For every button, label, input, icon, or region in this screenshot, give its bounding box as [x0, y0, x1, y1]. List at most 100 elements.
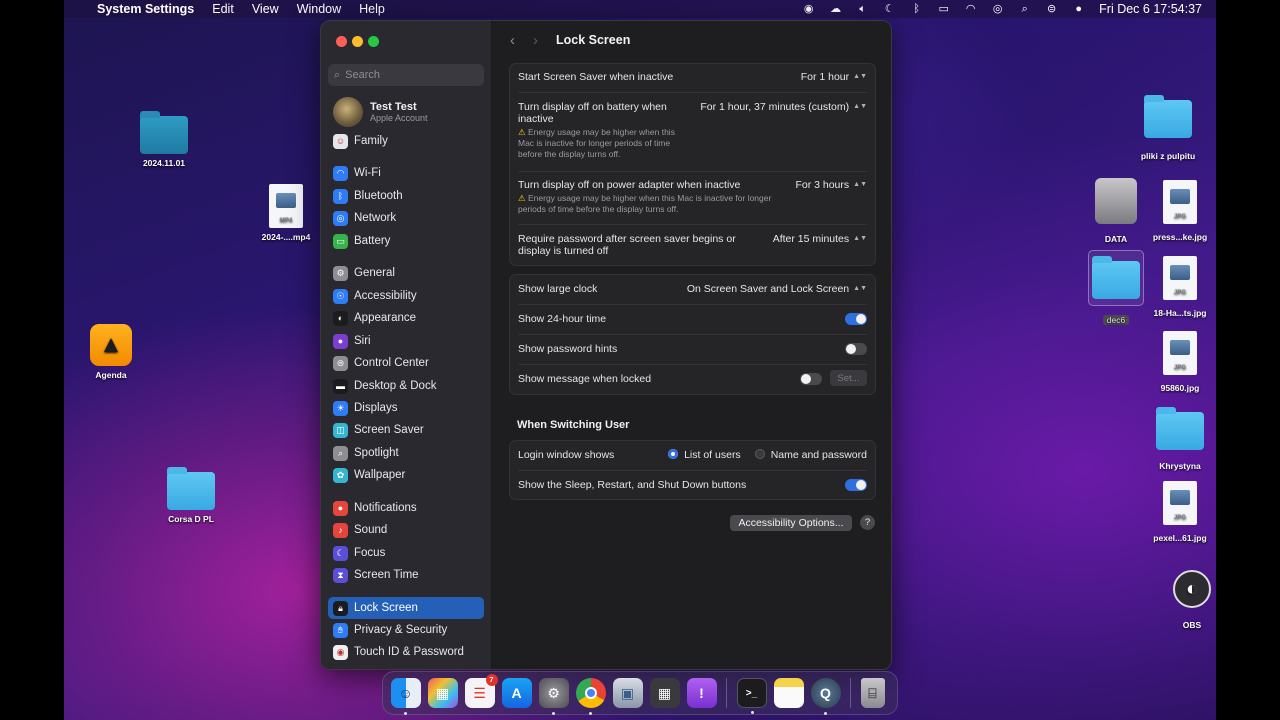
sidebar-item-family[interactable]: ☺ Family: [328, 130, 484, 152]
dock-system-settings[interactable]: ⚙: [538, 678, 569, 715]
siri-status-icon[interactable]: ●: [1072, 3, 1085, 15]
sidebar-item-general[interactable]: ⚙ General: [328, 262, 484, 284]
large-clock-popup[interactable]: On Screen Saver and Lock Screen ▲▼: [687, 283, 867, 295]
battery-label: Turn display off on battery when inactiv…: [518, 101, 667, 125]
name-and-password-radio[interactable]: Name and password: [754, 449, 867, 461]
desktop-image-pexel[interactable]: JPG pexel...61.jpg: [1146, 481, 1214, 543]
menu-edit[interactable]: Edit: [212, 2, 234, 16]
sidebar-item-control-center[interactable]: ⊜ Control Center: [328, 352, 484, 374]
desktop-file-mp4[interactable]: MP4 2024-....mp4: [248, 184, 324, 242]
divider: [518, 470, 867, 471]
help-button[interactable]: ?: [860, 515, 875, 530]
sidebar-item-desktop-dock[interactable]: ▬ Desktop & Dock: [328, 375, 484, 397]
sidebar-item-label: Spotlight: [354, 447, 399, 459]
sidebar-item-accessibility[interactable]: ☉ Accessibility: [328, 285, 484, 307]
app-menu[interactable]: System Settings: [97, 2, 194, 16]
sidebar-item-appearance[interactable]: ◐ Appearance: [328, 307, 484, 329]
divider: [518, 92, 867, 93]
family-icon: ☺: [333, 133, 348, 149]
desktop-image-95860[interactable]: JPG 95860.jpg: [1146, 331, 1214, 393]
sidebar-item-spotlight[interactable]: ⌕ Spotlight: [328, 442, 484, 464]
menu-view[interactable]: View: [252, 2, 279, 16]
back-chevron-icon[interactable]: ‹: [510, 32, 515, 49]
dock-finder[interactable]: ☺: [390, 678, 421, 715]
screen-saver-popup[interactable]: For 1 hour ▲▼: [801, 71, 867, 83]
user-status-icon[interactable]: ◎: [991, 3, 1004, 15]
sidebar-item-displays[interactable]: ☀ Displays: [328, 397, 484, 419]
sidebar-item-wi-fi[interactable]: ◠ Wi-Fi: [328, 162, 484, 184]
close-window-button[interactable]: [336, 36, 347, 47]
dock-calculator[interactable]: ▦: [649, 678, 680, 708]
search-input[interactable]: [345, 69, 471, 81]
menu-window[interactable]: Window: [297, 2, 341, 16]
sidebar-item-bluetooth[interactable]: ᛒ Bluetooth: [328, 185, 484, 207]
sidebar-item-screen-saver[interactable]: ◫ Screen Saver: [328, 419, 484, 441]
desktop-folder-2024-11-01[interactable]: 2024.11.01: [124, 111, 204, 168]
login-window-row: Login window shows List of users Name an…: [518, 449, 867, 463]
sidebar-item-screen-time[interactable]: ⧗ Screen Time: [328, 564, 484, 586]
dock-app-store[interactable]: A: [501, 678, 532, 708]
sidebar-item-battery[interactable]: ▭ Battery: [328, 230, 484, 252]
desktop-folder-corsa[interactable]: Corsa D PL: [152, 467, 230, 524]
moon-icon[interactable]: ☾: [883, 3, 896, 15]
bluetooth-status-icon[interactable]: ᛒ: [910, 3, 923, 15]
volume-icon[interactable]: 🔈︎: [856, 3, 869, 15]
dock-notes[interactable]: [773, 678, 804, 708]
password-popup[interactable]: After 15 minutes ▲▼: [773, 233, 867, 245]
control-center-status-icon[interactable]: ⊜: [1045, 3, 1058, 15]
spotlight-status-icon[interactable]: ⌕: [1018, 3, 1031, 15]
adapter-popup[interactable]: For 3 hours ▲▼: [795, 179, 867, 191]
wifi-status-icon[interactable]: ◠: [964, 3, 977, 15]
sidebar-item-sound[interactable]: ♪ Sound: [328, 519, 484, 541]
sidebar-item-focus[interactable]: ☾ Focus: [328, 542, 484, 564]
sidebar-item-touch-id-password[interactable]: ◉ Touch ID & Password: [328, 641, 484, 663]
menubar-clock[interactable]: Fri Dec 6 17:54:37: [1099, 2, 1202, 16]
radio-unselected-icon: [754, 449, 765, 459]
24h-toggle[interactable]: [845, 313, 867, 325]
desktop-image-press[interactable]: JPG press...ke.jpg: [1146, 180, 1214, 242]
desktop-folder-dec6[interactable]: dec6: [1088, 250, 1144, 325]
sidebar-item-lock-screen[interactable]: 🔒︎ Lock Screen: [328, 597, 484, 619]
desktop-app-obs[interactable]: ◐ OBS: [1160, 570, 1216, 630]
desktop-app-agenda[interactable]: ▲ Agenda: [78, 324, 144, 380]
large-clock-row: Show large clock On Screen Saver and Loc…: [518, 283, 867, 297]
battery-status-icon[interactable]: ▭: [937, 3, 950, 15]
dock-chrome[interactable]: [575, 678, 606, 715]
record-icon[interactable]: ◉: [802, 3, 815, 15]
battery-popup[interactable]: For 1 hour, 37 minutes (custom) ▲▼: [700, 101, 867, 113]
sidebar-item-privacy-security[interactable]: ✋︎ Privacy & Security: [328, 619, 484, 641]
desktop-drive-data[interactable]: DATA: [1086, 178, 1146, 244]
accessibility-options-button[interactable]: Accessibility Options...: [730, 515, 852, 531]
sidebar-item-siri[interactable]: ● Siri: [328, 330, 484, 352]
divider: [518, 364, 867, 365]
list-of-users-radio[interactable]: List of users: [668, 449, 741, 461]
sidebar-item-notifications[interactable]: ● Notifications: [328, 497, 484, 519]
sidebar-item-label: Screen Saver: [354, 424, 424, 436]
sidebar-item-network[interactable]: ◎ Network: [328, 207, 484, 229]
search-field[interactable]: ⌕: [328, 64, 484, 86]
image-file-icon: JPG: [1163, 481, 1197, 525]
app-store-icon: A: [511, 685, 522, 701]
dock-launchpad[interactable]: ▦: [427, 678, 458, 708]
dock-preview[interactable]: ▣: [612, 678, 643, 708]
shutdown-toggle[interactable]: [845, 479, 867, 491]
dock-trash[interactable]: ⌸: [860, 678, 885, 708]
forward-chevron-icon[interactable]: ›: [533, 32, 538, 49]
desktop-image-18ha[interactable]: JPG 18-Ha...ts.jpg: [1146, 256, 1214, 318]
fingerprint-icon: ◉: [333, 644, 348, 660]
hints-toggle[interactable]: [845, 343, 867, 355]
dock-terminal[interactable]: >_: [736, 678, 767, 714]
desktop-folder-pliki[interactable]: pliki z pulpitu: [1126, 95, 1210, 161]
minimize-window-button[interactable]: [352, 36, 363, 47]
zoom-window-button[interactable]: [368, 36, 379, 47]
dock-feedback-assistant[interactable]: !: [686, 678, 717, 708]
message-toggle[interactable]: [800, 373, 822, 385]
menu-help[interactable]: Help: [359, 2, 385, 16]
sidebar-item-wallpaper[interactable]: ✿ Wallpaper: [328, 464, 484, 486]
set-message-button[interactable]: Set...: [830, 370, 867, 386]
dock-reminders[interactable]: ☰ 7: [464, 674, 498, 708]
dock-quicktime[interactable]: Q: [810, 678, 841, 715]
cloud-icon[interactable]: ☁: [829, 3, 842, 15]
desktop-folder-khrystyna[interactable]: Khrystyna: [1142, 407, 1216, 471]
account-item[interactable]: Test Test Apple Account: [333, 97, 428, 127]
